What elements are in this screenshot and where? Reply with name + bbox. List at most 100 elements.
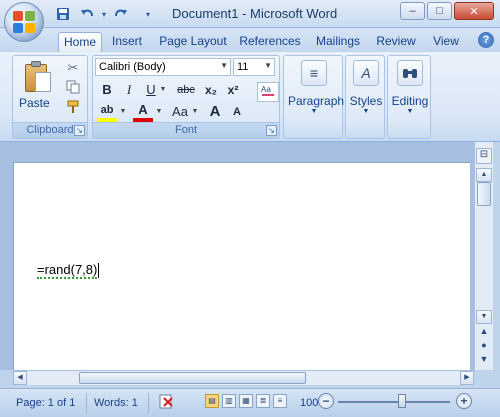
subscript-button[interactable]: x₂ (201, 80, 221, 100)
title-bar: ▾ ▾ Document1 - Microsoft Word – □ ✕ (0, 0, 500, 28)
chevron-down-icon: ▼ (406, 108, 414, 115)
bold-button[interactable]: B (97, 80, 117, 100)
underline-button[interactable]: U (141, 80, 161, 100)
document-text: =rand(7,8) (37, 262, 98, 279)
editing-label: Editing (391, 94, 429, 108)
maximize-button[interactable]: □ (427, 2, 452, 20)
print-layout-view-icon[interactable]: ▤ (205, 394, 219, 408)
grow-font-button[interactable]: A (205, 102, 225, 122)
outline-view-icon[interactable]: ≣ (256, 394, 270, 408)
horizontal-scroll-thumb[interactable] (79, 372, 306, 384)
text-cursor (98, 263, 100, 279)
select-browse-object-icon[interactable]: ● (476, 340, 492, 353)
binoculars-icon (397, 60, 423, 86)
clear-formatting-icon[interactable]: Aa (257, 82, 279, 102)
tab-insert[interactable]: Insert (106, 32, 148, 52)
view-ruler-icon[interactable]: ⊟ (476, 148, 492, 164)
paragraph-align-icon: ≡ (301, 60, 327, 86)
tab-view[interactable]: View (427, 32, 465, 52)
tab-mailings[interactable]: Mailings (311, 32, 365, 52)
font-name-value: Calibri (Body) (99, 61, 166, 73)
chevron-down-icon[interactable]: ▼ (264, 61, 272, 70)
undo-icon[interactable] (78, 5, 96, 23)
tab-review[interactable]: Review (373, 32, 419, 52)
font-group-label: Font (93, 122, 279, 138)
italic-button[interactable]: I (119, 80, 139, 100)
vertical-scroll-thumb[interactable] (477, 182, 491, 206)
format-painter-icon[interactable] (65, 100, 81, 116)
scroll-left-button[interactable]: ◀ (13, 371, 27, 385)
minimize-button[interactable]: – (400, 2, 425, 20)
cut-icon[interactable]: ✂ (65, 60, 81, 76)
web-layout-icon[interactable]: ▦ (239, 394, 253, 408)
zoom-slider-track[interactable] (338, 401, 450, 403)
ribbon-tabs: Home Insert Page Layout References Maili… (0, 28, 500, 52)
tab-home[interactable]: Home (58, 32, 102, 52)
change-case-dropdown-icon[interactable]: ▼ (191, 102, 199, 122)
font-size-combo[interactable]: 11 ▼ (233, 58, 275, 76)
zoom-in-button[interactable]: + (456, 393, 472, 409)
paragraph-group: ≡ Paragraph ▼ (283, 55, 345, 139)
clipboard-group: Paste ✂ Clipboard ↘ (12, 55, 88, 139)
next-page-icon[interactable]: ▼ (476, 354, 492, 367)
paragraph-button[interactable]: ≡ Paragraph ▼ (288, 60, 345, 115)
full-screen-reading-icon[interactable]: ▥ (222, 394, 236, 408)
document-body-text[interactable]: =rand(7,8) (37, 262, 100, 279)
office-logo-icon (13, 11, 35, 33)
office-button[interactable] (4, 2, 44, 42)
scroll-up-button[interactable]: ▲ (476, 168, 492, 182)
help-icon[interactable]: ? (478, 32, 494, 48)
font-color-button[interactable]: A (133, 102, 153, 122)
styles-icon: A (353, 60, 379, 86)
clipboard-dialog-launcher[interactable]: ↘ (74, 125, 85, 136)
customize-qat-icon[interactable]: ▾ (146, 10, 150, 19)
font-size-value: 11 (237, 61, 249, 73)
status-bar: Page: 1 of 1 Words: 1 ▤ ▥ ▦ ≣ ≡ 100% − + (0, 388, 500, 417)
change-case-button[interactable]: Aa (169, 102, 191, 122)
quick-access-toolbar: ▾ ▾ (54, 4, 150, 24)
vertical-scrollbar[interactable]: ⊟ ▲ ▼ ▲ ● ▼ (474, 142, 493, 370)
chevron-down-icon: ▼ (362, 108, 370, 115)
svg-text:Aa: Aa (261, 85, 271, 94)
strikethrough-button[interactable]: abc (173, 80, 199, 100)
editing-group: Editing ▼ (387, 55, 431, 139)
styles-button[interactable]: A Styles ▼ (348, 60, 384, 115)
word-count[interactable]: Words: 1 (94, 397, 138, 409)
tab-page-layout[interactable]: Page Layout (155, 32, 231, 52)
highlight-dropdown-icon[interactable]: ▼ (119, 102, 127, 122)
chevron-down-icon: ▼ (310, 108, 318, 115)
window-controls: – □ ✕ (400, 2, 494, 20)
scroll-down-button[interactable]: ▼ (476, 310, 492, 324)
undo-dropdown-icon[interactable]: ▾ (102, 10, 106, 19)
paste-button[interactable]: Paste (19, 96, 50, 110)
font-dialog-launcher[interactable]: ↘ (266, 125, 277, 136)
tab-references[interactable]: References (237, 32, 303, 52)
font-group: Calibri (Body) ▼ 11 ▼ Aa B I U ▼ abc x₂ … (92, 55, 280, 139)
highlight-button[interactable]: ab (97, 102, 117, 122)
chevron-down-icon[interactable]: ▼ (220, 61, 228, 70)
shrink-font-button[interactable]: A (227, 102, 247, 122)
underline-dropdown-icon[interactable]: ▼ (159, 80, 167, 100)
superscript-button[interactable]: x² (223, 80, 243, 100)
styles-label: Styles (349, 94, 383, 108)
styles-group: A Styles ▼ (345, 55, 385, 139)
paragraph-label: Paragraph (288, 94, 345, 108)
proofing-errors-icon[interactable] (158, 394, 176, 413)
ribbon: Paste ✂ Clipboard ↘ Calibri (Body) ▼ 11 … (0, 52, 500, 142)
previous-page-icon[interactable]: ▲ (476, 326, 492, 339)
window-title: Document1 - Microsoft Word (172, 6, 338, 21)
close-button[interactable]: ✕ (454, 2, 494, 20)
font-color-dropdown-icon[interactable]: ▼ (155, 102, 163, 122)
paste-icon[interactable] (21, 60, 51, 94)
zoom-slider-thumb[interactable] (398, 394, 406, 408)
zoom-out-button[interactable]: − (318, 393, 334, 409)
font-name-combo[interactable]: Calibri (Body) ▼ (95, 58, 231, 76)
scroll-right-button[interactable]: ▶ (460, 371, 474, 385)
horizontal-scrollbar[interactable]: ◀ ▶ (13, 370, 474, 385)
redo-icon[interactable] (112, 5, 130, 23)
editing-button[interactable]: Editing ▼ (390, 60, 430, 115)
copy-icon[interactable] (65, 80, 81, 96)
draft-view-icon[interactable]: ≡ (273, 394, 287, 408)
save-icon[interactable] (54, 5, 72, 23)
page-count[interactable]: Page: 1 of 1 (16, 397, 75, 409)
